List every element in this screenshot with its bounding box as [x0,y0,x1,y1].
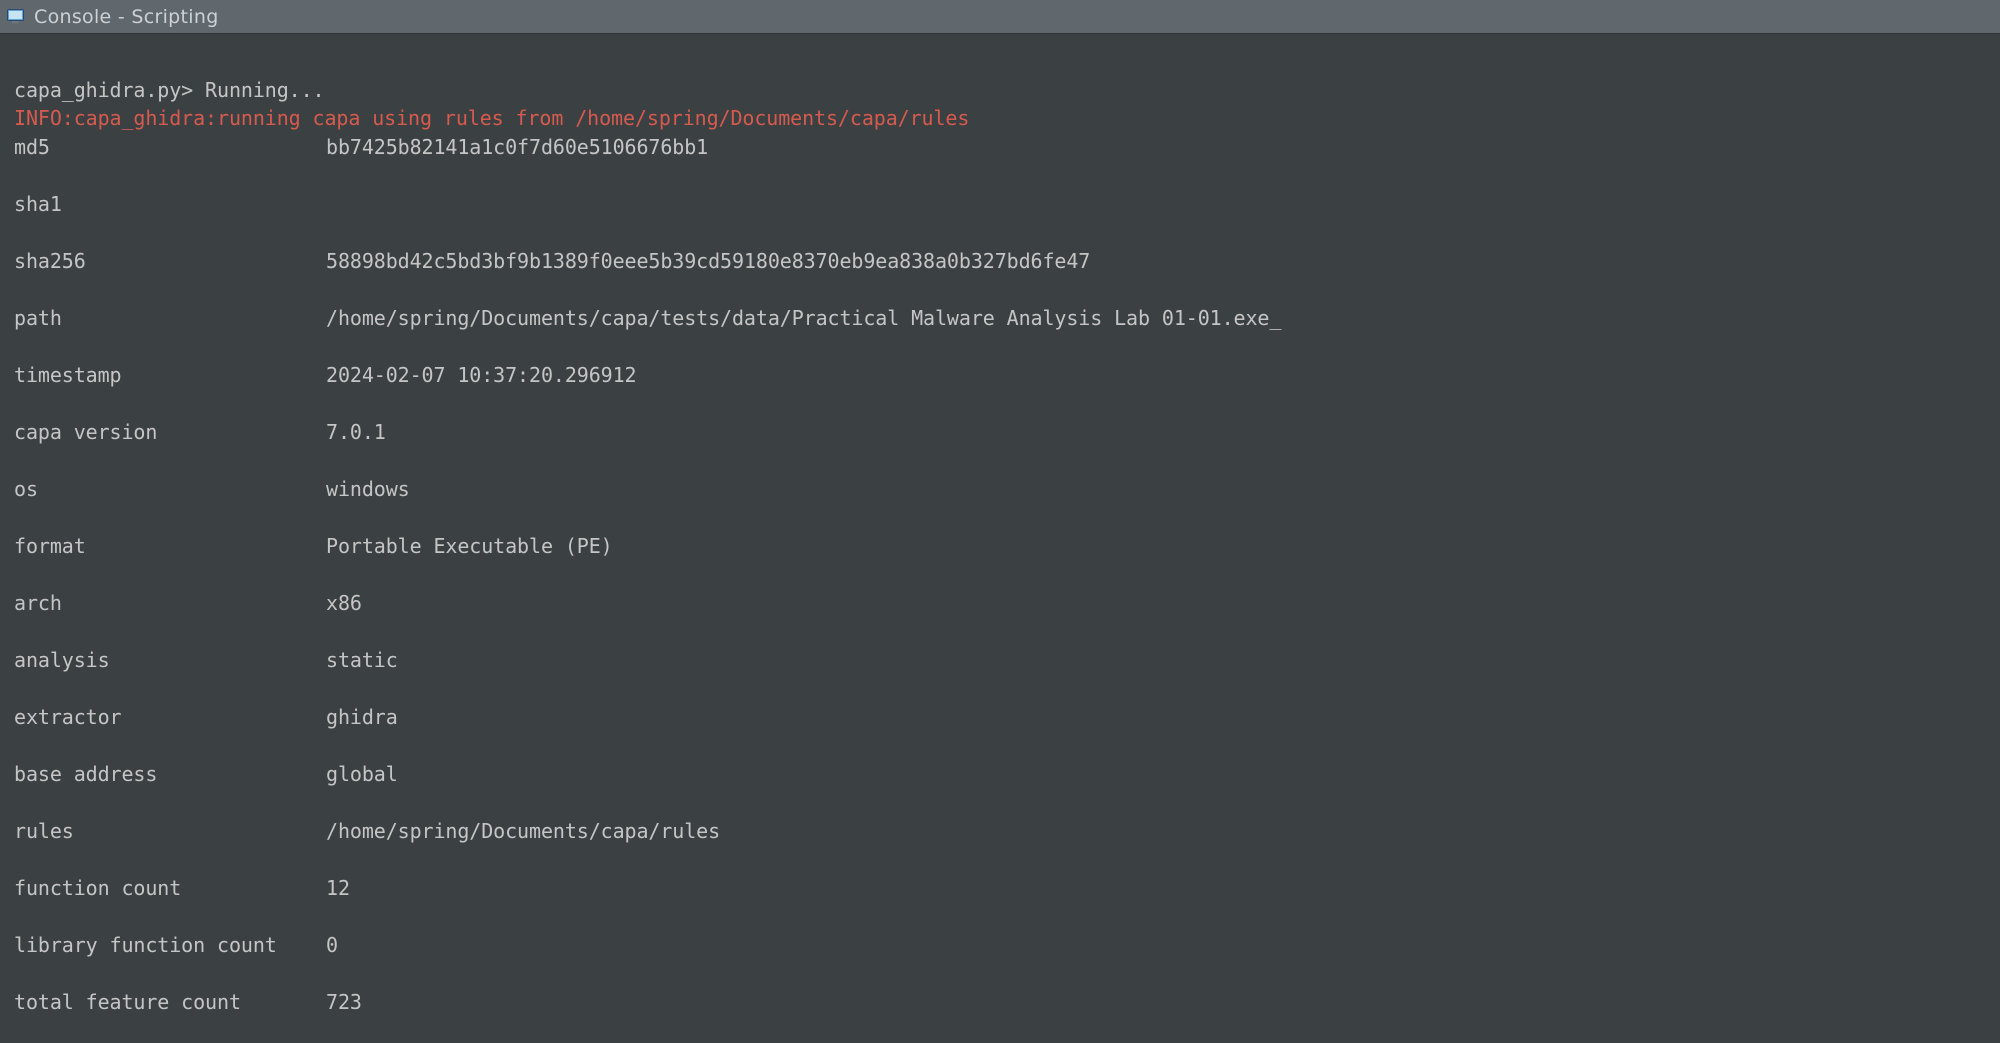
header-row: sha1 [14,190,1990,219]
header-label: extractor [14,703,326,732]
header-row: sha25658898bd42c5bd3bf9b1389f0eee5b39cd5… [14,247,1990,276]
header-row: total feature count723 [14,988,1990,1017]
header-row: oswindows [14,475,1990,504]
header-row: library function count0 [14,931,1990,960]
header-label: library function count [14,931,326,960]
header-row: analysisstatic [14,646,1990,675]
info-line: INFO:capa_ghidra:running capa using rule… [14,106,969,130]
header-row: function count12 [14,874,1990,903]
header-label: capa version [14,418,326,447]
header-row: base addressglobal [14,760,1990,789]
header-label: analysis [14,646,326,675]
header-row: rules/home/spring/Documents/capa/rules [14,817,1990,846]
header-label: total feature count [14,988,326,1017]
header-label: sha1 [14,190,326,219]
header-row: capa version7.0.1 [14,418,1990,447]
header-value: /home/spring/Documents/capa/tests/data/P… [326,306,1281,330]
header-label: rules [14,817,326,846]
header-label: md5 [14,133,326,162]
header-row: formatPortable Executable (PE) [14,532,1990,561]
header-label: base address [14,760,326,789]
header-row: path/home/spring/Documents/capa/tests/da… [14,304,1990,333]
header-row: archx86 [14,589,1990,618]
console-icon [6,8,24,26]
header-label: sha256 [14,247,326,276]
titlebar-title: Console - Scripting [34,6,219,28]
header-value: x86 [326,591,362,615]
header-label: timestamp [14,361,326,390]
header-value: static [326,648,398,672]
header-value: 7.0.1 [326,420,386,444]
header-value: global [326,762,398,786]
header-row: md5bb7425b82141a1c0f7d60e5106676bb1 [14,133,1990,162]
prompt-line: capa_ghidra.py> Running... [14,78,324,102]
header-label: arch [14,589,326,618]
header-label: function count [14,874,326,903]
header-label: format [14,532,326,561]
header-value: 0 [326,933,338,957]
header-value: 723 [326,990,362,1014]
header-value: Portable Executable (PE) [326,534,613,558]
header-label: os [14,475,326,504]
header-label: path [14,304,326,333]
titlebar: Console - Scripting [0,0,2000,34]
header-value: bb7425b82141a1c0f7d60e5106676bb1 [326,135,708,159]
header-value: windows [326,477,410,501]
console-output[interactable]: capa_ghidra.py> Running... INFO:capa_ghi… [0,39,2000,1043]
header-row: timestamp2024-02-07 10:37:20.296912 [14,361,1990,390]
header-value: 58898bd42c5bd3bf9b1389f0eee5b39cd59180e8… [326,249,1090,273]
header-row: extractorghidra [14,703,1990,732]
header-value: 2024-02-07 10:37:20.296912 [326,363,636,387]
header-value: ghidra [326,705,398,729]
header-value: 12 [326,876,350,900]
header-value: /home/spring/Documents/capa/rules [326,819,720,843]
